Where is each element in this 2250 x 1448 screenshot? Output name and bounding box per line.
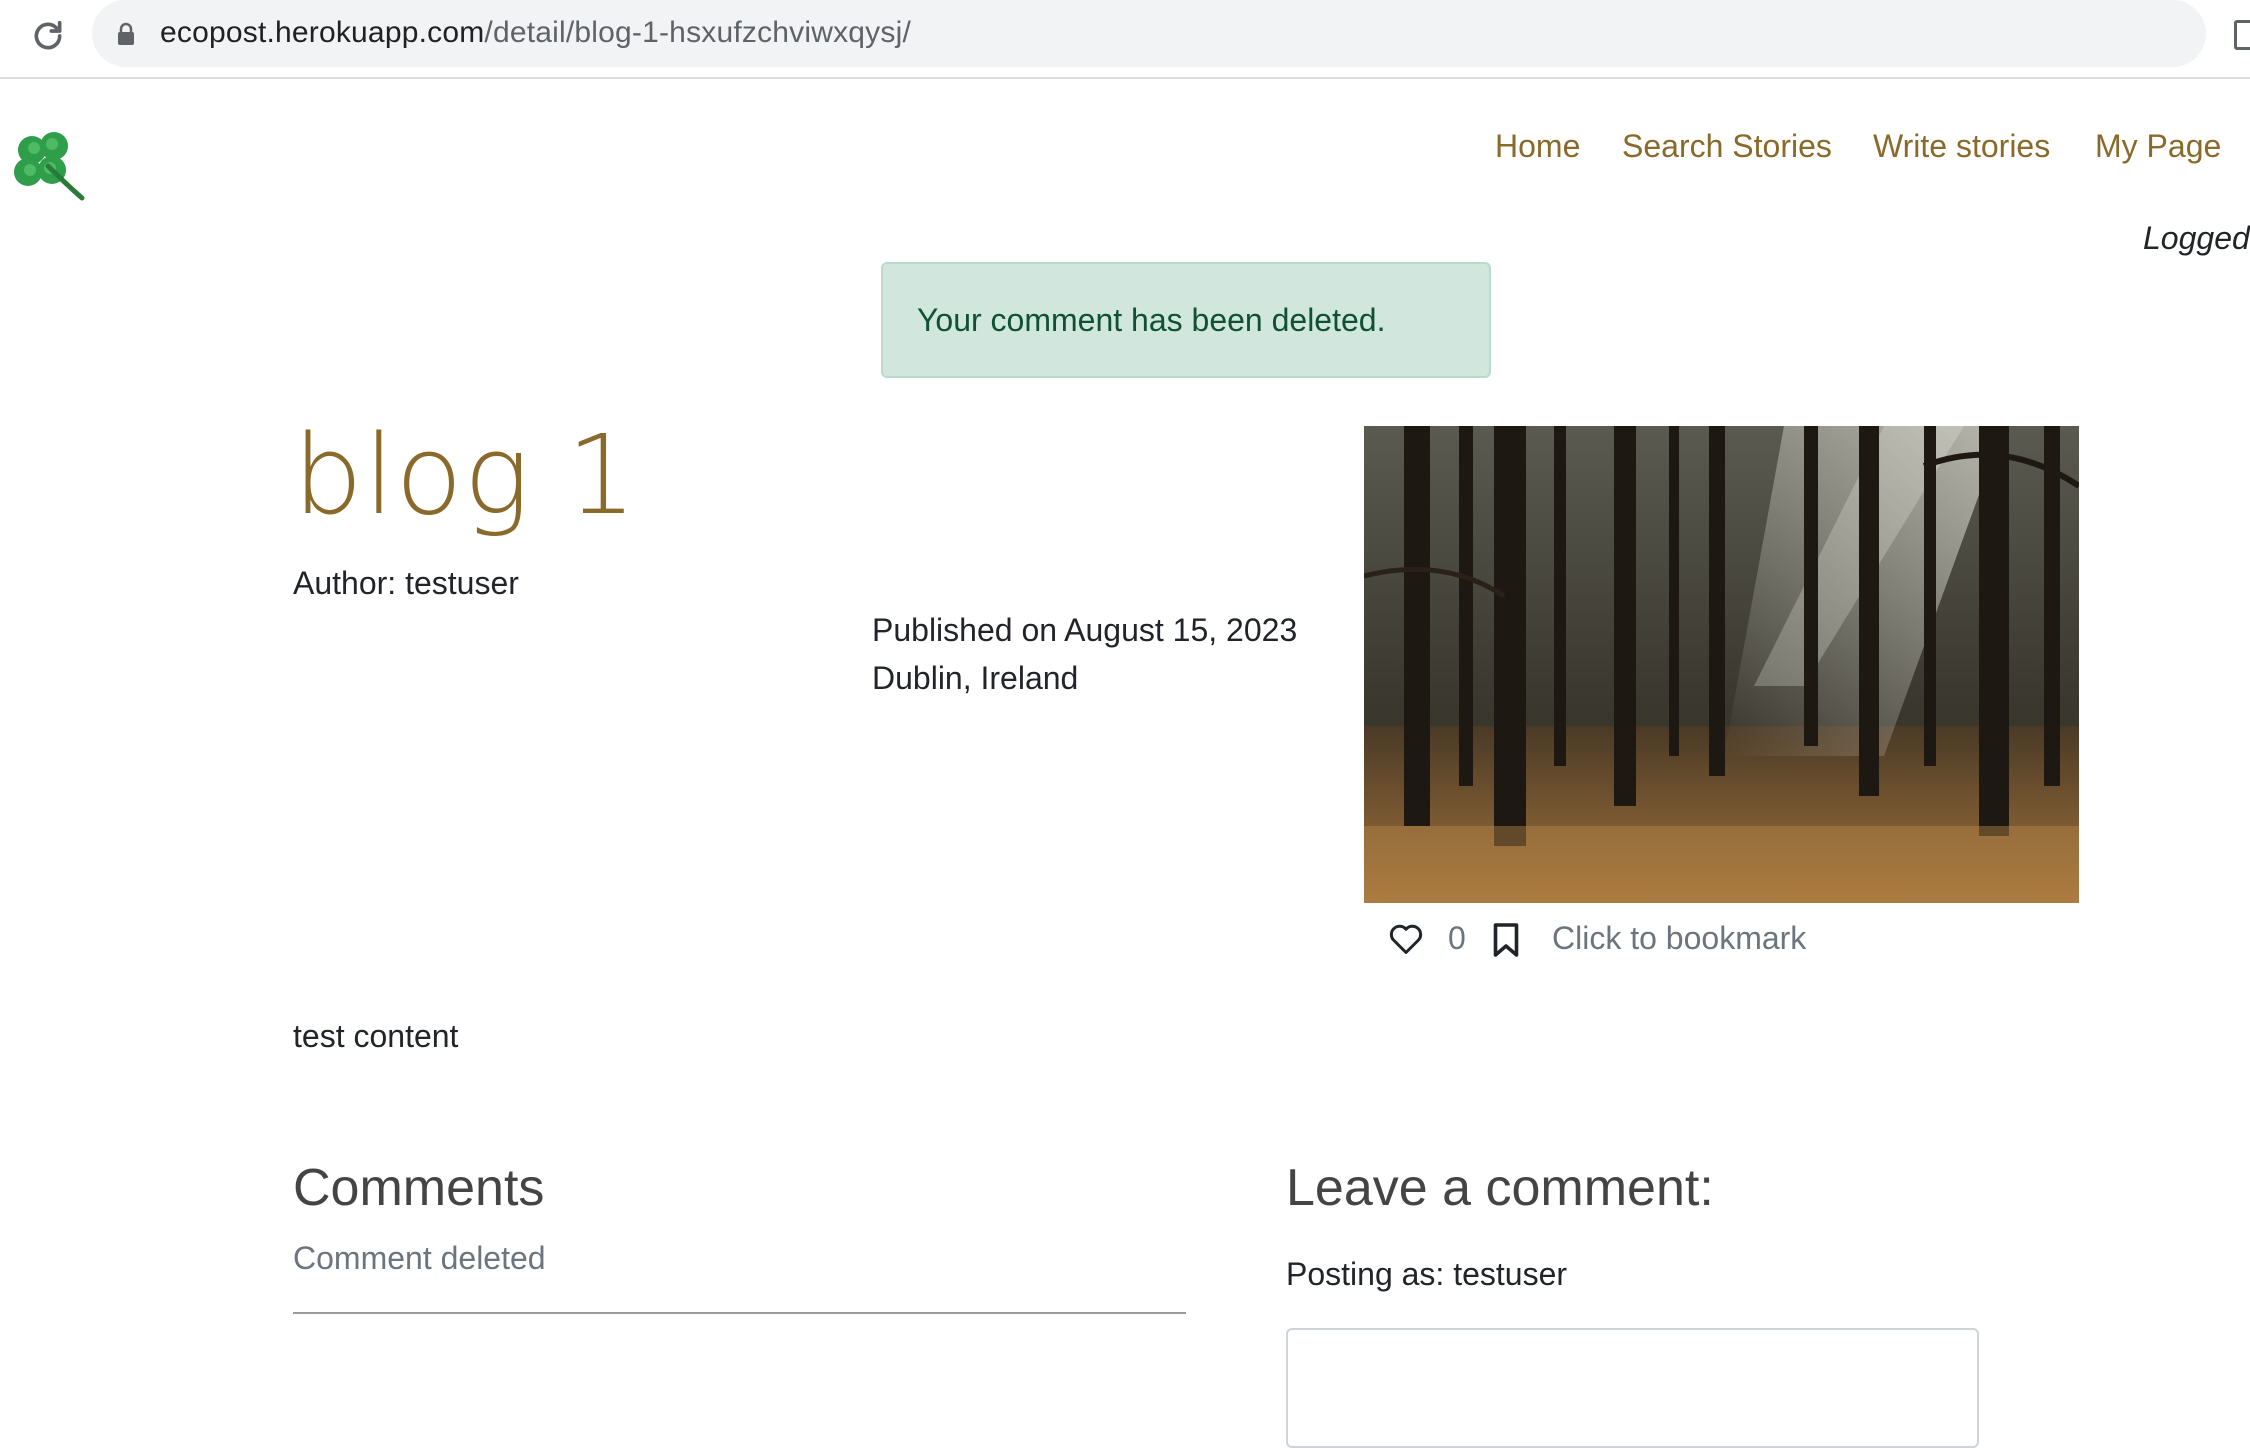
side-panel-icon[interactable] xyxy=(2234,20,2250,50)
success-alert: Your comment has been deleted. xyxy=(881,262,1491,378)
comments-heading: Comments xyxy=(293,1159,545,1217)
heart-icon[interactable] xyxy=(1388,922,1424,956)
nav-home[interactable]: Home xyxy=(1495,128,1580,165)
alert-message: Your comment has been deleted. xyxy=(917,302,1386,338)
url-domain: ecopost.herokuapp.com xyxy=(160,16,485,49)
posting-as-label: Posting as: testuser xyxy=(1286,1256,1568,1292)
bookmark-label[interactable]: Click to bookmark xyxy=(1552,920,1806,957)
address-bar[interactable]: ecopost.herokuapp.com/detail/blog-1-hsxu… xyxy=(92,0,2206,67)
post-featured-image xyxy=(1364,426,2079,903)
post-location: Dublin, Ireland xyxy=(872,660,1079,696)
post-author: Author: testuser xyxy=(293,565,519,601)
leave-comment-heading: Leave a comment: xyxy=(1286,1159,1714,1217)
nav-search-stories[interactable]: Search Stories xyxy=(1622,128,1832,165)
url-path: /detail/blog-1-hsxufzchviwxqysj/ xyxy=(484,16,911,49)
comment-textarea[interactable] xyxy=(1286,1328,1979,1448)
reload-icon[interactable] xyxy=(28,16,68,56)
four-leaf-clover-icon[interactable] xyxy=(8,128,88,204)
post-published-date: Published on August 15, 2023 xyxy=(872,612,1298,648)
post-content: test content xyxy=(293,1018,459,1054)
like-count: 0 xyxy=(1448,920,1466,956)
browser-toolbar: ecopost.herokuapp.com/detail/blog-1-hsxu… xyxy=(0,0,2250,79)
lock-icon[interactable] xyxy=(116,22,136,46)
url-text: ecopost.herokuapp.com/detail/blog-1-hsxu… xyxy=(160,16,911,50)
bookmark-icon[interactable] xyxy=(1492,922,1520,958)
logged-in-status: Logged xyxy=(2143,220,2250,256)
comment-item: Comment deleted xyxy=(293,1240,546,1276)
comment-divider xyxy=(293,1312,1186,1314)
post-title: blog 1 xyxy=(293,411,638,539)
nav-write-stories[interactable]: Write stories xyxy=(1873,128,2050,165)
nav-my-page[interactable]: My Page xyxy=(2095,128,2221,165)
